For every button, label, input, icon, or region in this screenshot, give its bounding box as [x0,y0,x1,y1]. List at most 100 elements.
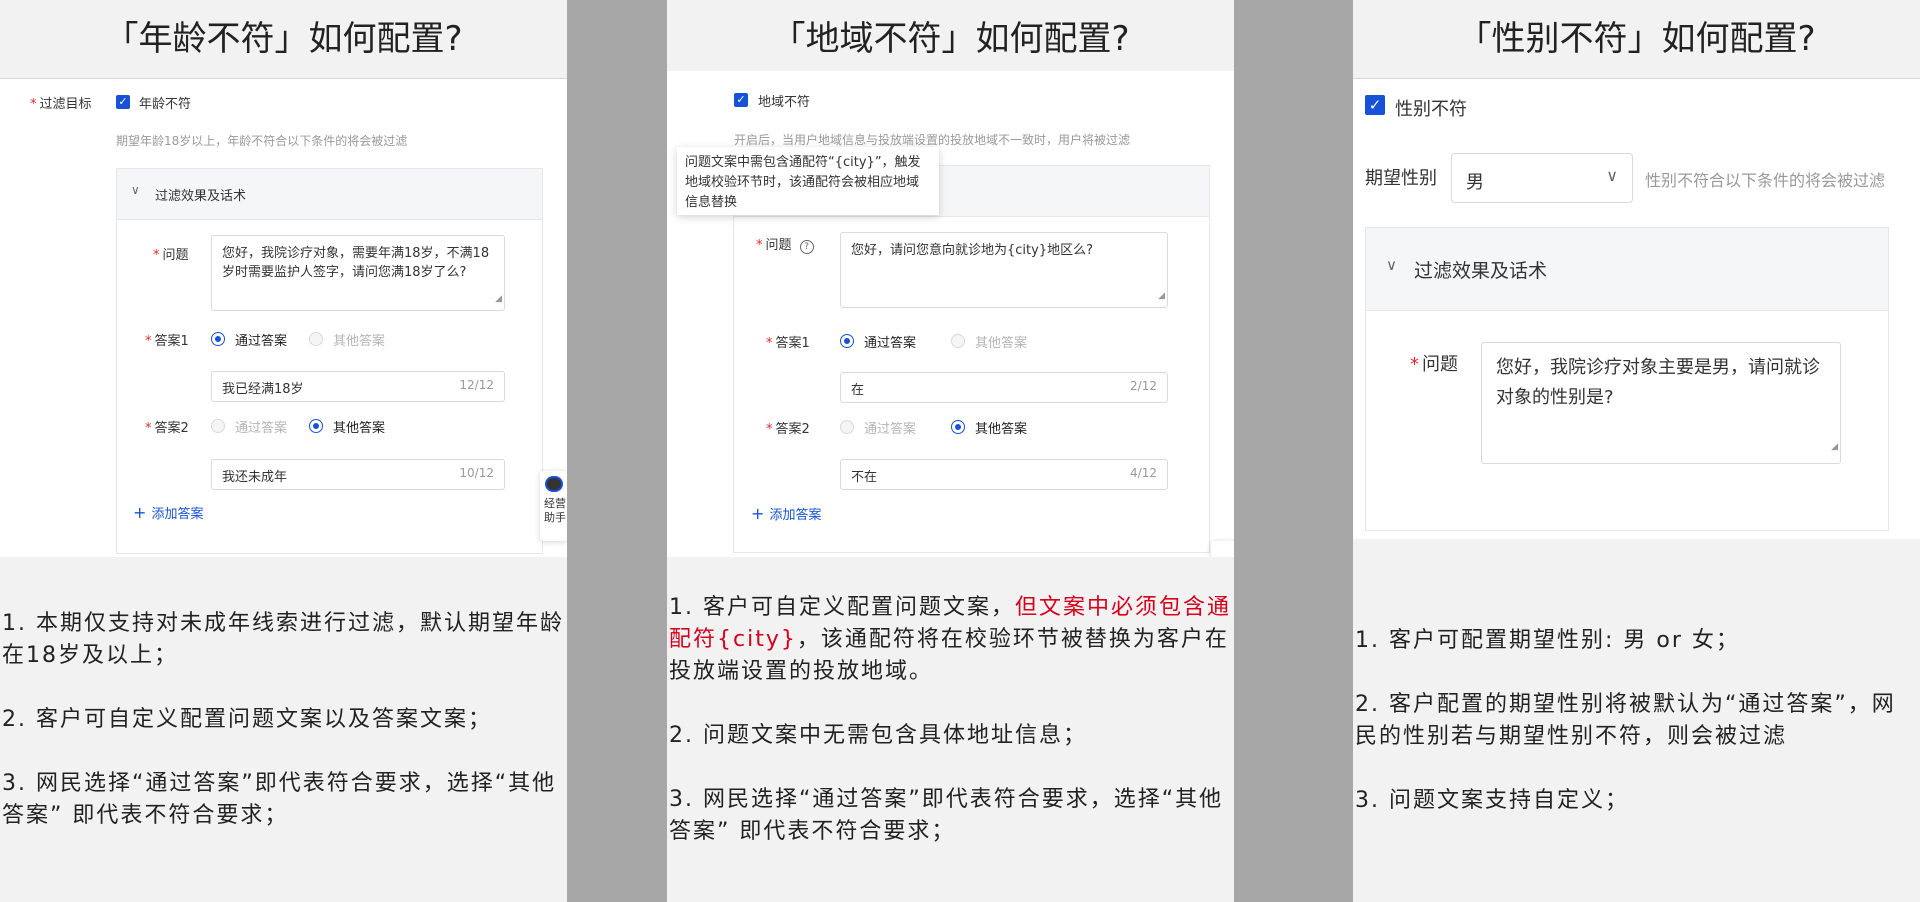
add-answer-button[interactable]: + 添加答案 [751,504,822,523]
radio-disabled-icon [951,334,965,348]
radio-checked-icon [840,334,854,348]
answer2-label: * 答案2 [766,422,810,437]
region-mismatch-checkbox[interactable]: ✓ [734,93,748,107]
input-value: 我还未成年 [222,470,288,485]
question-text: 您好，请问您意向就诊地为{city}地区么? [851,243,1093,258]
question-label: * 问题 [153,248,189,263]
chevron-down-icon: ∨ [1386,256,1397,274]
gender-hint: 性别不符合以下条件的将会被过滤 [1645,171,1886,190]
region-config-screenshot: ✓ 地域不符 开启后，当用户地域信息与投放端设置的投放地域不一致时，用户将被过滤… [667,71,1234,557]
radio-label: 通过答案 [235,421,288,436]
answer1-pass-radio[interactable]: 通过答案 [840,332,960,351]
group-title: 过滤效果及话术 [1414,260,1548,282]
gender-config-screenshot: ✓ 性别不符 期望性别 男 ∨ 性别不符合以下条件的将会被过滤 ∨ 过滤效果及话… [1353,79,1920,539]
panel-region-mismatch: 「地域不符」如何配置? ✓ 地域不符 开启后，当用户地域信息与投放端设置的投放地… [667,0,1234,902]
resize-grip-icon[interactable]: ◢ [495,290,502,309]
radio-disabled-icon [840,420,854,434]
float-label: 经营 助手 [544,497,566,524]
gender-mismatch-checkbox[interactable]: ✓ [1365,95,1385,115]
char-count: 4/12 [1130,466,1157,480]
group-title: 过滤效果及话术 [155,189,247,204]
region-mismatch-checkbox-label: 地域不符 [758,95,811,110]
select-value: 男 [1466,172,1484,193]
help-icon[interactable]: ? [799,240,814,254]
expected-gender-select[interactable]: 男 ∨ [1451,153,1633,203]
filter-target-label: * 过滤目标 [30,97,92,112]
age-mismatch-checkbox-label: 年龄不符 [139,97,192,112]
radio-checked-icon [951,420,965,434]
assistant-float-button[interactable]: 经营 助手 [540,471,567,541]
radio-label: 其他答案 [975,422,1028,437]
answer1-input[interactable]: 我已经满18岁 12/12 [211,371,505,402]
radio-checked-icon [211,332,225,346]
answer2-other-radio[interactable]: 其他答案 [309,417,429,436]
answer1-label: * 答案1 [766,336,810,351]
answer1-other-radio[interactable]: 其他答案 [951,332,1071,351]
question-text: 您好，我院诊疗对象主要是男，请问就诊对象的性别是? [1496,357,1820,408]
plus-icon: + [133,503,147,522]
radio-label: 其他答案 [333,421,386,436]
question-label: * 问题 ? [756,234,814,254]
age-mismatch-checkbox[interactable]: ✓ [116,95,130,109]
note-item: 1. 客户可配置期望性别: 男 or 女； [1355,628,1740,653]
filter-effect-header[interactable]: ∨ 过滤效果及话术 [117,169,542,220]
note-item: 3. 网民选择“通过答案”即代表符合要求，选择“其他答案” 即代表不符合要求； [2,771,557,828]
chevron-down-icon: ∨ [131,183,140,197]
question-text: 您好，我院诊疗对象，需要年满18岁，不满18岁时需要监护人签字，请问您满18岁了… [222,246,490,280]
radio-label: 通过答案 [235,334,288,349]
add-answer-label: 添加答案 [151,507,204,522]
note-item: 2. 客户配置的期望性别将被默认为“通过答案”，网民的性别若与期望性别不符，则会… [1355,692,1896,749]
char-count: 10/12 [459,466,494,480]
note-item: 3. 问题文案支持自定义； [1355,788,1629,813]
panel-title: 「年龄不符」如何配置? [0,0,567,79]
expected-gender-label: 期望性别 [1365,168,1437,189]
radio-disabled-icon [309,332,323,346]
filter-effect-header[interactable]: ∨ 过滤效果及话术 [1366,228,1888,311]
gender-mismatch-checkbox-label: 性别不符 [1395,99,1467,120]
note-item: 1. 客户可自定义配置问题文案，但文案中必须包含通配符{city}，该通配符将在… [669,595,1231,684]
note-item: 1. 本期仅支持对未成年线索进行过滤，默认期望年龄在18岁及以上； [2,611,564,668]
answer2-input[interactable]: 我还未成年 10/12 [211,459,505,490]
note-item: 2. 客户可自定义配置问题文案以及答案文案； [2,707,492,732]
plus-icon: + [751,504,765,523]
resize-grip-icon[interactable]: ◢ [1831,432,1838,462]
age-notes: 1. 本期仅支持对未成年线索进行过滤，默认期望年龄在18岁及以上； 2. 客户可… [2,608,565,864]
radio-label: 其他答案 [333,334,386,349]
region-hint: 开启后，当用户地域信息与投放端设置的投放地域不一致时，用户将被过滤 [734,133,1131,147]
question-textarea[interactable]: 您好，我院诊疗对象，需要年满18岁，不满18岁时需要监护人签字，请问您满18岁了… [211,235,505,311]
robot-icon [545,476,563,492]
panel-title: 「地域不符」如何配置? [667,0,1234,79]
char-count: 2/12 [1130,379,1157,393]
add-answer-label: 添加答案 [769,508,822,523]
radio-disabled-icon [211,419,225,433]
filter-effect-group: ∨ 过滤效果及话术 * 问题 您好，我院诊疗对象主要是男，请问就诊对象的性别是? … [1365,227,1889,531]
assistant-float-button[interactable] [1211,541,1234,557]
chevron-down-icon: ∨ [1606,166,1618,185]
panel-age-mismatch: 「年龄不符」如何配置? * 过滤目标 ✓ 年龄不符 期望年龄18岁以上，年龄不符合… [0,0,567,902]
answer1-other-radio[interactable]: 其他答案 [309,330,429,349]
radio-label: 通过答案 [864,336,917,351]
question-label: * 问题 [1410,354,1458,375]
filter-effect-group: ∨ 过滤效果及话术 * 问题 您好，我院诊疗对象，需要年满18岁，不满18岁时需要… [116,168,543,554]
answer1-input[interactable]: 在 2/12 [840,372,1168,403]
input-value: 不在 [851,470,878,485]
radio-checked-icon [309,419,323,433]
age-config-screenshot: * 过滤目标 ✓ 年龄不符 期望年龄18岁以上，年龄不符合以下条件的将会被过滤 ∨… [0,79,567,557]
input-value: 我已经满18岁 [222,382,304,397]
resize-grip-icon[interactable]: ◢ [1158,287,1165,306]
age-hint: 期望年龄18岁以上，年龄不符合以下条件的将会被过滤 [116,134,408,148]
add-answer-button[interactable]: + 添加答案 [133,503,204,522]
question-textarea[interactable]: 您好，我院诊疗对象主要是男，请问就诊对象的性别是? ◢ [1481,342,1841,464]
note-item: 2. 问题文案中无需包含具体地址信息； [669,723,1087,748]
note-item: 3. 网民选择“通过答案”即代表符合要求，选择“其他答案” 即代表不符合要求； [669,787,1224,844]
filter-effect-group: * 问题 ? 您好，请问您意向就诊地为{city}地区么? ◢ * 答案1 通过答案… [733,165,1210,553]
panel-title: 「性别不符」如何配置? [1353,0,1920,79]
radio-label: 其他答案 [975,336,1028,351]
gender-notes: 1. 客户可配置期望性别: 男 or 女； 2. 客户配置的期望性别将被默认为“… [1355,625,1918,849]
answer2-input[interactable]: 不在 4/12 [840,459,1168,490]
char-count: 12/12 [459,378,494,392]
answer2-pass-radio[interactable]: 通过答案 [840,418,960,437]
question-textarea[interactable]: 您好，请问您意向就诊地为{city}地区么? ◢ [840,232,1168,308]
answer2-label: * 答案2 [145,421,189,436]
answer2-other-radio[interactable]: 其他答案 [951,418,1071,437]
